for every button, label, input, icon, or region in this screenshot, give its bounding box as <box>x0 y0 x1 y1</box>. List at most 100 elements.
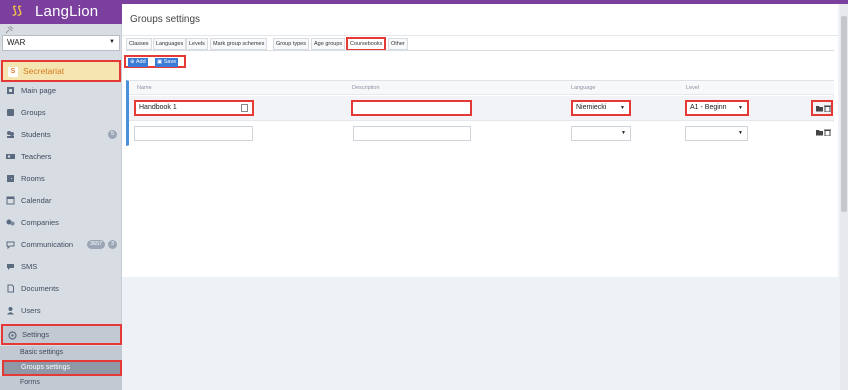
tab-age-groups[interactable]: Age groups <box>311 38 346 50</box>
sidebar-item-label: SMS <box>21 262 38 271</box>
sidebar-subitem-label: Forms <box>20 379 40 386</box>
column-header-level: Level <box>686 85 700 91</box>
sidebar-item-students[interactable]: Students 5 <box>0 124 122 146</box>
sidebar-item-label: Documents <box>21 284 59 293</box>
row-actions <box>811 100 833 116</box>
chevron-down-icon: ▼ <box>738 105 743 111</box>
sidebar-item-label: Companies <box>21 218 59 227</box>
name-input[interactable] <box>134 126 253 141</box>
tab-classes[interactable]: Classes <box>126 38 152 50</box>
language-select[interactable]: Niemiecki ▼ <box>571 100 631 116</box>
gear-icon <box>8 331 17 340</box>
logo-icon: ⟆⟆ <box>12 4 23 17</box>
table-header: Name Description Language Level <box>129 81 834 95</box>
page-title: Groups settings <box>130 14 201 25</box>
divider <box>122 35 838 36</box>
branch-select[interactable]: WAR ▼ <box>2 35 120 51</box>
language-select-value: Niemiecki <box>576 104 607 111</box>
pin-icon[interactable] <box>4 25 14 35</box>
chevron-down-icon: ▼ <box>109 39 115 45</box>
level-select[interactable]: A1 - Beginn ▼ <box>685 100 749 116</box>
scrollbar-thumb[interactable] <box>841 16 847 212</box>
tab-group-types[interactable]: Group types <box>273 38 309 50</box>
sidebar-item-label: Students <box>21 130 51 139</box>
sidebar-item-groups[interactable]: Groups <box>0 102 122 124</box>
tab-levels[interactable]: Levels <box>186 38 208 50</box>
language-select[interactable]: ▼ <box>571 126 631 141</box>
tabs-underline <box>126 50 834 51</box>
sidebar-item-calendar[interactable]: Calendar <box>0 190 122 212</box>
tab-other[interactable]: Other <box>388 38 408 50</box>
sidebar-item-secretariat[interactable]: S Secretariat <box>1 60 121 82</box>
table-row: ▼ ▼ <box>129 122 834 146</box>
description-input[interactable] <box>353 126 471 141</box>
logo[interactable]: ⟆⟆ LangLion <box>0 0 122 24</box>
trash-icon[interactable] <box>824 105 831 112</box>
column-header-language: Language <box>571 85 596 91</box>
sidebar-item-communication[interactable]: Communication 3657 3 <box>0 234 122 256</box>
sidebar-subitem-groups-settings[interactable]: Groups settings <box>2 360 122 376</box>
sidebar-item-label: Rooms <box>21 174 45 183</box>
sidebar-subitem-forms[interactable]: Forms <box>0 376 122 390</box>
sidebar-item-rooms[interactable]: Rooms <box>0 168 122 190</box>
add-button[interactable]: ⊕ Add <box>128 58 148 67</box>
folder-icon[interactable] <box>816 129 823 136</box>
sidebar-item-label: Communication <box>21 240 74 249</box>
branch-select-value: WAR <box>7 38 26 47</box>
sidebar-item-label: Settings <box>22 330 50 339</box>
sidebar-item-label: Teachers <box>21 152 52 161</box>
calendar-icon <box>6 196 15 205</box>
sidebar-subitem-label: Basic settings <box>20 349 64 356</box>
folder-icon[interactable] <box>816 105 823 112</box>
column-header-description: Description <box>352 85 380 91</box>
sidebar: ⟆⟆ LangLion WAR ▼ S Secretariat Main pag… <box>0 0 122 390</box>
level-select-value: A1 - Beginn <box>690 104 727 111</box>
save-button[interactable]: ▣ Save <box>155 58 179 67</box>
sidebar-item-main-page[interactable]: Main page <box>0 80 122 102</box>
description-input[interactable] <box>351 100 472 116</box>
communication-icon <box>6 241 15 249</box>
table-row: Handbook 1 Niemiecki ▼ A1 - Beginn ▼ <box>129 96 834 121</box>
sidebar-item-companies[interactable]: Companies <box>0 212 122 234</box>
students-count-badge: 5 <box>108 130 118 139</box>
save-button-label: Save <box>163 59 177 65</box>
chevron-down-icon: ▼ <box>620 105 625 111</box>
groups-icon <box>7 109 14 116</box>
row-actions <box>813 126 833 141</box>
teachers-icon <box>6 154 15 159</box>
sidebar-subitem-label: Groups settings <box>21 364 71 371</box>
users-icon <box>7 307 14 315</box>
sidebar-item-label: Groups <box>21 108 46 117</box>
trash-icon[interactable] <box>824 129 831 136</box>
name-input[interactable]: Handbook 1 <box>134 100 254 116</box>
tab-coursebooks[interactable]: Coursebooks <box>346 37 387 51</box>
chevron-down-icon: ▼ <box>621 130 626 136</box>
sidebar-item-label: Main page <box>21 86 57 95</box>
logo-text: LangLion <box>35 3 99 20</box>
rooms-icon <box>7 175 14 182</box>
column-header-name: Name <box>137 85 152 91</box>
home-icon <box>7 87 14 94</box>
main-panel: Groups settings Classes Languages Levels… <box>122 4 838 277</box>
documents-icon <box>7 284 14 293</box>
sidebar-item-documents[interactable]: Documents <box>0 278 122 300</box>
level-select[interactable]: ▼ <box>685 126 748 141</box>
sidebar-item-sms[interactable]: SMS <box>0 256 122 278</box>
sidebar-subitem-basic-settings[interactable]: Basic settings <box>0 346 122 360</box>
sidebar-item-label: Secretariat <box>23 66 65 76</box>
sidebar-item-label: Users <box>21 306 41 315</box>
tab-languages[interactable]: Languages <box>153 38 187 50</box>
sidebar-item-teachers[interactable]: Teachers <box>0 146 122 168</box>
add-button-label: Add <box>135 59 146 65</box>
coursebooks-table: Name Description Language Level Handbook… <box>126 80 834 146</box>
sidebar-item-users[interactable]: Users <box>0 300 122 322</box>
companies-icon <box>6 219 15 226</box>
students-icon <box>7 131 14 138</box>
tab-mark-group-schemes[interactable]: Mark group schemes <box>210 38 268 50</box>
grid-icon[interactable] <box>241 104 248 112</box>
sidebar-item-settings[interactable]: Settings <box>1 324 122 345</box>
sidebar-item-label: Calendar <box>21 196 52 205</box>
action-buttons: ⊕ Add ▣ Save <box>124 55 186 68</box>
sms-icon <box>7 264 14 270</box>
communication-unread-badge: 3 <box>108 240 118 249</box>
